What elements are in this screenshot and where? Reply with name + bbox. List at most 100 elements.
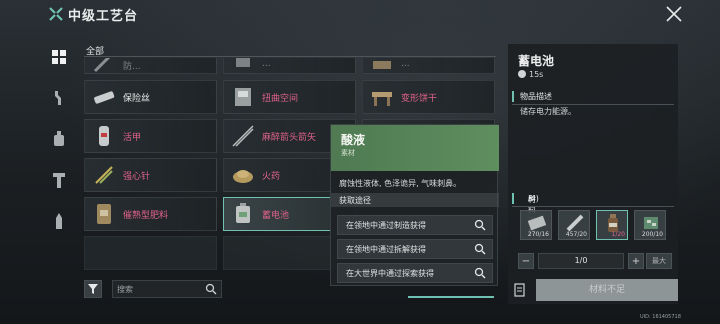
recipe-label: 变形饼干: [401, 94, 438, 104]
search-icon: [474, 219, 486, 231]
craft-button[interactable]: 材料不足: [536, 279, 678, 301]
quantity-stepper: − 1/0 + 最大: [518, 253, 672, 269]
header: 中级工艺台: [0, 0, 720, 30]
category-all-tab[interactable]: [50, 48, 68, 66]
close-icon[interactable]: [664, 4, 684, 24]
syringe-icon: [95, 166, 113, 184]
clock-icon: [518, 70, 526, 78]
source-route-craft[interactable]: 在领地中通过制造获得: [337, 215, 493, 235]
source-route-dismantle[interactable]: 在领地中通过拆解获得: [337, 239, 493, 259]
material-slot[interactable]: 200/10: [634, 210, 666, 240]
recipe-slot[interactable]: 活甲: [84, 119, 217, 153]
flask-icon: [54, 131, 64, 146]
recipe-slot[interactable]: 扭曲空间: [223, 80, 356, 114]
source-route-explore[interactable]: 在大世界中通过探索获得: [337, 263, 493, 283]
search-icon: [474, 267, 486, 279]
recipe-label: 保险丝: [123, 94, 151, 104]
fuse-icon: [94, 91, 115, 104]
item-icon: [93, 58, 111, 73]
empty-slot: [84, 236, 217, 270]
arrow-icon: [232, 125, 254, 147]
tooltip-item-type: 素材: [341, 149, 355, 157]
craft-time: 15s: [518, 70, 543, 79]
circuit-icon: [644, 217, 658, 229]
search-box: [112, 280, 222, 298]
materials-count-total: /4): [528, 194, 539, 203]
gunpowder-icon: [233, 170, 253, 183]
material-qty: 1/20: [611, 231, 625, 238]
material-tooltip: 酸液 素材 腐蚀性液体, 色泽诡异, 气味刺鼻。 获取途径 在领地中通过制造获得…: [330, 124, 499, 286]
search-input[interactable]: [117, 283, 203, 296]
recipe-label: 催熟型肥料: [123, 211, 169, 221]
search-icon[interactable]: [205, 283, 217, 295]
filter-icon: [88, 284, 98, 294]
hammer-icon: [53, 173, 65, 188]
recipe-label: 防...: [123, 62, 141, 72]
route-label: 在大世界中通过探索获得: [346, 269, 434, 278]
recipe-label: 扭曲空间: [262, 94, 299, 104]
recipe-slot[interactable]: 变形饼干: [362, 80, 495, 114]
item-detail-panel: 蓄电池 15s 物品描述 储存电力能源。 材料消耗 (3/4) 270/16 4…: [508, 44, 678, 304]
recipe-slot[interactable]: ...: [362, 58, 495, 74]
material-qty: 270/16: [527, 231, 549, 238]
crossed-arrows-logo: [49, 7, 63, 21]
recipe-book-button[interactable]: [510, 280, 530, 300]
materials-section-header: 材料消耗 (3/4): [512, 192, 678, 237]
recipe-slot[interactable]: 防...: [84, 58, 217, 74]
category-building-tab[interactable]: [50, 171, 68, 189]
scroll-indicator: [408, 296, 494, 298]
search-icon: [474, 243, 486, 255]
route-label: 在领地中通过制造获得: [346, 221, 426, 230]
wrench-icon: [55, 91, 61, 105]
desc-header-label: 物品描述: [520, 92, 552, 101]
source-header-label: 获取途径: [339, 196, 371, 205]
divider: [512, 206, 674, 207]
user-id: UID: 161405718: [640, 314, 681, 320]
recipe-label: 蓄电池: [262, 211, 290, 221]
bullet-icon: [56, 213, 62, 229]
max-button[interactable]: 最大: [646, 253, 672, 269]
detail-description: 储存电力能源。: [520, 107, 576, 116]
metal-rod-icon: [566, 214, 584, 232]
material-slot[interactable]: 457/20: [558, 210, 590, 240]
route-label: 在领地中通过拆解获得: [346, 245, 426, 254]
metal-plate-icon: [527, 215, 547, 231]
category-tools-tab[interactable]: [50, 89, 68, 107]
quantity-value[interactable]: 1/0: [538, 253, 624, 269]
fertilizer-icon: [97, 204, 111, 224]
recipe-slot[interactable]: ...: [223, 58, 356, 74]
armor-icon: [99, 126, 109, 146]
table-icon: [372, 92, 392, 106]
desc-section-header: 物品描述: [512, 90, 678, 104]
tooltip-description: 腐蚀性液体, 色泽诡异, 气味刺鼻。: [339, 179, 462, 188]
recipe-slot[interactable]: 保险丝: [84, 80, 217, 114]
decrease-button[interactable]: −: [518, 253, 534, 269]
category-consumables-tab[interactable]: [50, 130, 68, 148]
tooltip-source-header: 获取途径: [331, 193, 499, 207]
recipe-label: ...: [262, 59, 271, 69]
increase-button[interactable]: +: [628, 253, 644, 269]
material-slot[interactable]: 270/16: [520, 210, 552, 240]
grid-icon: [52, 50, 66, 64]
material-qty: 200/10: [641, 231, 663, 238]
filter-button[interactable]: [84, 280, 102, 298]
acid-bottle-icon: [608, 214, 618, 232]
recipe-label: 强心针: [123, 172, 151, 182]
material-slot-selected[interactable]: 1/20: [596, 210, 628, 240]
recipe-label: 火药: [262, 172, 281, 182]
tooltip-header: 酸液 素材: [331, 125, 499, 171]
item-icon: [236, 58, 250, 67]
recipe-label: ...: [401, 59, 410, 69]
machine-icon: [235, 88, 251, 106]
item-icon: [373, 61, 391, 69]
craft-time-value: 15s: [529, 70, 544, 79]
category-rail: [44, 40, 74, 240]
recipe-label: 活甲: [123, 133, 142, 143]
detail-item-name: 蓄电池: [518, 54, 555, 68]
tooltip-item-name: 酸液: [341, 133, 366, 147]
recipe-slot[interactable]: 强心针: [84, 158, 217, 192]
category-ammo-tab[interactable]: [50, 212, 68, 230]
recipe-slot[interactable]: 催熟型肥料: [84, 197, 217, 231]
divider: [512, 104, 674, 105]
document-icon: [514, 283, 525, 297]
